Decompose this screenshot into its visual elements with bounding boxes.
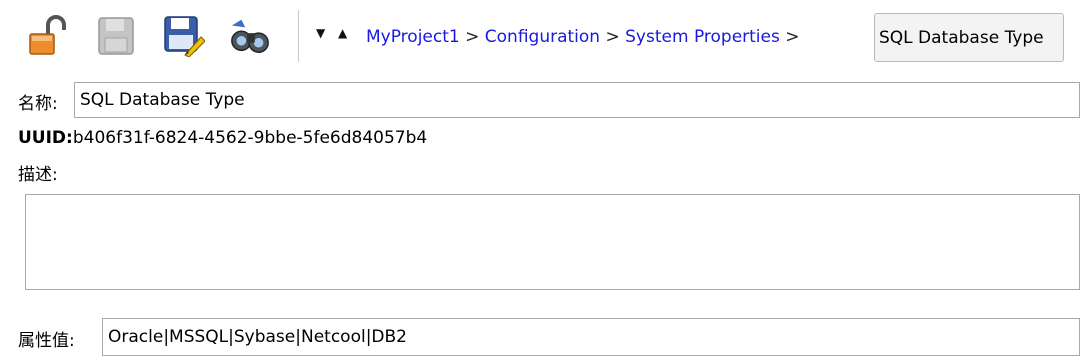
breadcrumb: MyProject1 > Configuration > System Prop… (366, 27, 800, 47)
description-label: 描述: (18, 165, 58, 185)
description-textarea[interactable] (25, 194, 1080, 290)
unlock-icon[interactable] (26, 14, 70, 58)
breadcrumb-item-myproject1[interactable]: MyProject1 (366, 27, 460, 47)
save-as-icon[interactable] (162, 14, 206, 58)
property-value: Oracle|MSSQL|Sybase|Netcool|DB2 (108, 327, 407, 347)
name-field[interactable]: SQL Database Type (74, 82, 1080, 118)
name-value: SQL Database Type (80, 90, 245, 110)
breadcrumb-current[interactable]: SQL Database Type (874, 13, 1064, 62)
uuid-label: UUID: (18, 128, 73, 148)
breadcrumb-separator: > (465, 27, 480, 47)
save-disabled-icon[interactable] (94, 14, 138, 58)
breadcrumb-separator: > (605, 27, 620, 47)
expand-arrow-icon[interactable]: ▲ (338, 26, 347, 40)
toolbar-separator (298, 10, 299, 62)
binoculars-icon[interactable] (228, 14, 272, 58)
uuid-row: UUID:b406f31f-6824-4562-9bbe-5fe6d84057b… (18, 128, 427, 148)
breadcrumb-current-label: SQL Database Type (879, 27, 1044, 48)
breadcrumb-item-configuration[interactable]: Configuration (485, 27, 600, 47)
breadcrumb-item-system-properties[interactable]: System Properties (625, 27, 780, 47)
name-label: 名称: (18, 94, 58, 114)
breadcrumb-separator: > (785, 27, 800, 47)
property-value-label: 属性值: (18, 331, 75, 351)
collapse-arrow-icon[interactable]: ▼ (316, 26, 325, 40)
property-value-field[interactable]: Oracle|MSSQL|Sybase|Netcool|DB2 (102, 318, 1080, 356)
uuid-value: b406f31f-6824-4562-9bbe-5fe6d84057b4 (72, 128, 428, 148)
